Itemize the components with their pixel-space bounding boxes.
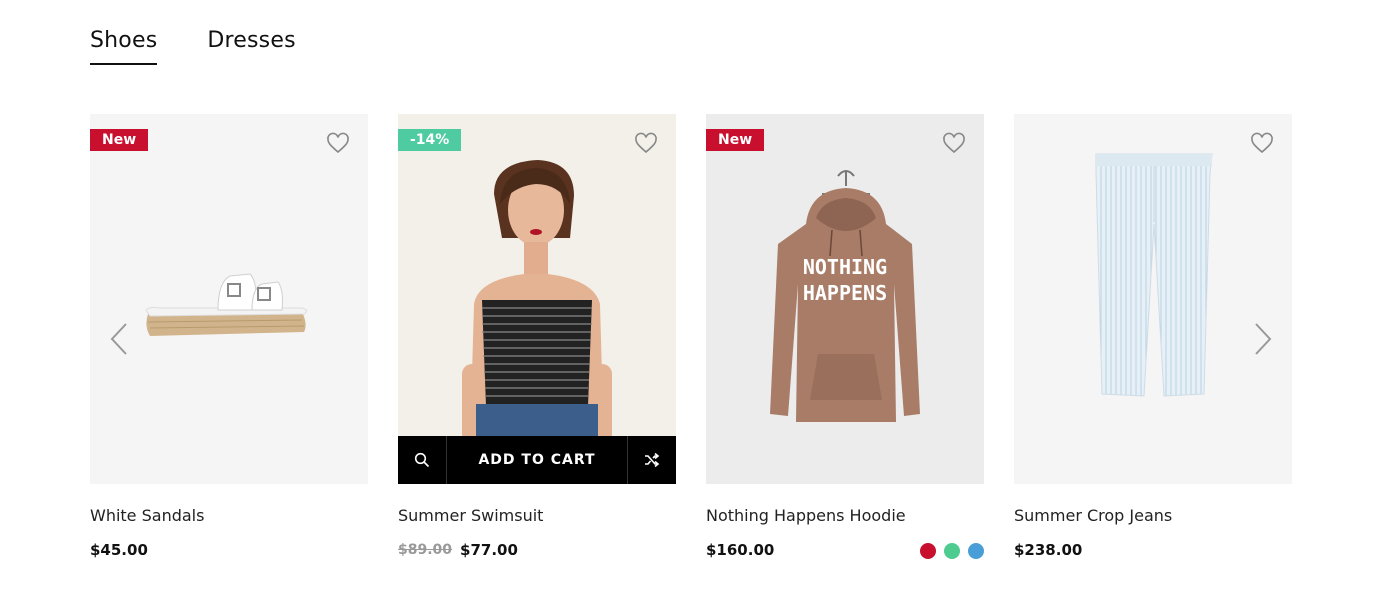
product-image-container[interactable] (1014, 114, 1292, 484)
hoodie-print-line: HAPPENS (802, 281, 888, 305)
search-icon (414, 452, 430, 468)
heart-outline-icon[interactable] (634, 132, 658, 156)
hoodie-print: NOTHING HAPPENS (706, 254, 984, 306)
color-swatch-green[interactable] (944, 543, 960, 559)
product-price: $160.00 (706, 541, 775, 559)
new-badge: New (90, 129, 149, 151)
woman-striped-top-image (462, 160, 612, 444)
product-price-row: $45.00 (90, 541, 368, 559)
product-card[interactable]: Summer Crop Jeans $238.00 (1014, 114, 1292, 559)
light-striped-jeans-image (1095, 153, 1213, 397)
category-tabs: Shoes Dresses (90, 28, 296, 65)
white-sandals-image (145, 273, 308, 336)
heart-outline-icon[interactable] (1250, 132, 1274, 156)
compare-button[interactable] (628, 436, 676, 484)
quick-view-button[interactable] (398, 436, 446, 484)
product-card[interactable]: -14% ADD TO CART Summer Swimsuit $89.00 … (398, 114, 676, 559)
product-price: $45.00 (90, 541, 148, 559)
product-price: $77.00 (460, 541, 518, 559)
chevron-left-icon[interactable] (108, 322, 130, 356)
product-price-row: $160.00 (706, 541, 984, 559)
color-swatches (920, 543, 984, 559)
heart-outline-icon[interactable] (942, 132, 966, 156)
product-name[interactable]: Summer Swimsuit (398, 506, 676, 525)
product-name[interactable]: White Sandals (90, 506, 368, 525)
color-swatch-red[interactable] (920, 543, 936, 559)
color-swatch-blue[interactable] (968, 543, 984, 559)
tab-dresses[interactable]: Dresses (207, 28, 295, 65)
heart-outline-icon[interactable] (326, 132, 350, 156)
product-price: $238.00 (1014, 541, 1083, 559)
product-price-row: $89.00 $77.00 (398, 541, 676, 559)
product-action-bar: ADD TO CART (398, 436, 676, 484)
product-name[interactable]: Nothing Happens Hoodie (706, 506, 984, 525)
add-to-cart-button[interactable]: ADD TO CART (446, 436, 628, 484)
product-image-container[interactable]: -14% ADD TO CART (398, 114, 676, 484)
chevron-right-icon[interactable] (1252, 322, 1274, 356)
product-card[interactable]: New White Sandals $45.00 (90, 114, 368, 559)
product-price-row: $238.00 (1014, 541, 1292, 559)
product-image-container[interactable]: New (90, 114, 368, 484)
product-image-container[interactable]: NOTHING HAPPENS New (706, 114, 984, 484)
shuffle-icon (645, 452, 660, 468)
hoodie-print-line: NOTHING (802, 255, 888, 279)
discount-badge: -14% (398, 129, 462, 151)
new-badge: New (706, 129, 765, 151)
product-grid: New White Sandals $45.00 -14% ADD TO CAR… (90, 114, 1292, 559)
product-name[interactable]: Summer Crop Jeans (1014, 506, 1292, 525)
tab-shoes[interactable]: Shoes (90, 28, 158, 65)
product-old-price: $89.00 (398, 542, 453, 558)
product-card[interactable]: NOTHING HAPPENS New Nothing Happens Hood… (706, 114, 984, 559)
